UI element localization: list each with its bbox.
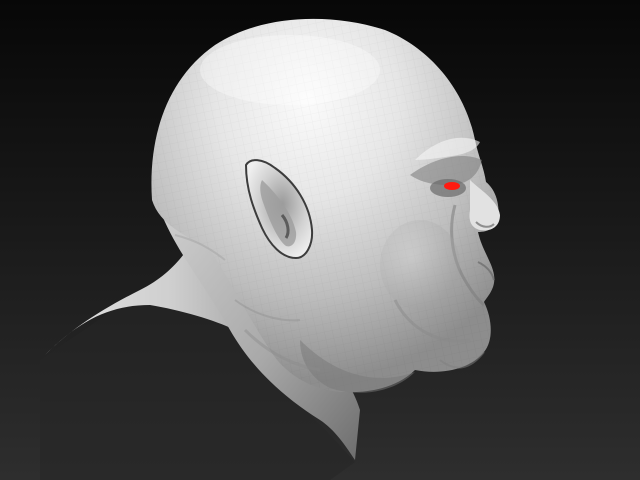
cheek xyxy=(380,220,460,310)
eye xyxy=(444,182,460,190)
render-canvas xyxy=(0,0,640,480)
viewport-canvas[interactable] xyxy=(0,0,640,480)
skull-highlight xyxy=(200,35,380,105)
